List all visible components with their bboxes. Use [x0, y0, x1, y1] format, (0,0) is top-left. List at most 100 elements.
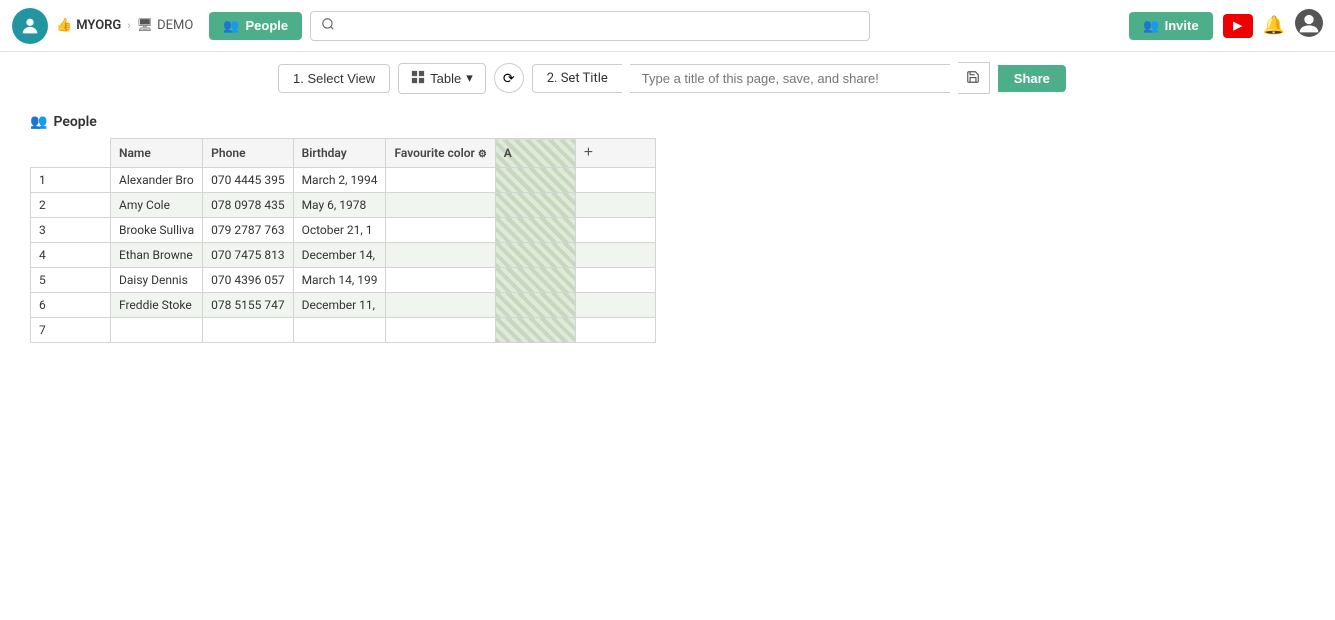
- cell-name[interactable]: Alexander Bro: [111, 168, 203, 193]
- youtube-icon: ▶: [1233, 19, 1241, 32]
- org-name: MYORG: [76, 18, 121, 33]
- set-title-label: 2. Set Title: [532, 64, 622, 93]
- cell-phone[interactable]: 070 4396 057: [203, 268, 293, 293]
- row-number: 5: [31, 268, 111, 293]
- cell-birthday[interactable]: May 6, 1978: [293, 193, 386, 218]
- thumb-icon: 👍: [56, 18, 72, 33]
- cell-phone[interactable]: 078 5155 747: [203, 293, 293, 318]
- nav-right-actions: 👥 Invite ▶ 🔔: [1129, 9, 1323, 42]
- col-header-phone[interactable]: Phone: [203, 139, 293, 168]
- monitor-icon: 🖥: [137, 18, 154, 33]
- table-dropdown-chevron: ▾: [466, 70, 473, 86]
- people-button[interactable]: 👥 People: [209, 12, 302, 40]
- cell-fav-color[interactable]: [386, 218, 495, 243]
- cell-birthday[interactable]: October 21, 1: [293, 218, 386, 243]
- col-header-fav-color[interactable]: Favourite color ⚙: [386, 139, 495, 168]
- share-label: Share: [1014, 71, 1050, 86]
- avatar[interactable]: [12, 8, 48, 44]
- cell-plus: [575, 293, 655, 318]
- table-header-row: Name Phone Birthday Favourite color ⚙ A …: [31, 139, 656, 168]
- cell-a[interactable]: [495, 218, 575, 243]
- cell-fav-color[interactable]: [386, 318, 495, 343]
- search-icon: [321, 17, 335, 35]
- add-column-button[interactable]: +: [575, 139, 655, 168]
- cell-phone[interactable]: 070 7475 813: [203, 243, 293, 268]
- cell-name[interactable]: Amy Cole: [111, 193, 203, 218]
- col-header-a[interactable]: A: [495, 139, 575, 168]
- row-number: 3: [31, 218, 111, 243]
- table-row: 6Freddie Stoke078 5155 747December 11,: [31, 293, 656, 318]
- user-account-icon[interactable]: [1295, 9, 1323, 42]
- cell-fav-color[interactable]: [386, 293, 495, 318]
- table-dropdown-button[interactable]: Table ▾: [398, 63, 486, 94]
- table-grid-icon: [411, 70, 425, 87]
- cell-phone[interactable]: 070 4445 395: [203, 168, 293, 193]
- table-row: 3Brooke Sulliva079 2787 763October 21, 1: [31, 218, 656, 243]
- invite-icon: 👥: [1143, 18, 1159, 34]
- cell-plus: [575, 168, 655, 193]
- cell-plus: [575, 243, 655, 268]
- cell-name[interactable]: [111, 318, 203, 343]
- cell-birthday[interactable]: March 2, 1994: [293, 168, 386, 193]
- cell-birthday[interactable]: December 11,: [293, 293, 386, 318]
- data-table: Name Phone Birthday Favourite color ⚙ A …: [30, 138, 656, 343]
- cell-a[interactable]: [495, 168, 575, 193]
- cell-fav-color[interactable]: [386, 193, 495, 218]
- invite-label: Invite: [1165, 18, 1199, 33]
- cell-phone[interactable]: 078 0978 435: [203, 193, 293, 218]
- cell-fav-color[interactable]: [386, 243, 495, 268]
- cell-birthday[interactable]: March 14, 199: [293, 268, 386, 293]
- youtube-button[interactable]: ▶: [1223, 14, 1253, 38]
- share-button[interactable]: Share: [998, 65, 1066, 92]
- cell-a[interactable]: [495, 193, 575, 218]
- cell-fav-color[interactable]: [386, 268, 495, 293]
- demo-link[interactable]: 🖥 DEMO: [137, 18, 194, 33]
- cell-plus: [575, 193, 655, 218]
- breadcrumb-chevron: ›: [127, 19, 130, 32]
- cell-name[interactable]: Ethan Browne: [111, 243, 203, 268]
- save-icon: [966, 70, 980, 87]
- cell-a[interactable]: [495, 318, 575, 343]
- cell-a[interactable]: [495, 293, 575, 318]
- table-title-label: People: [53, 114, 96, 130]
- cell-a[interactable]: [495, 243, 575, 268]
- cell-birthday[interactable]: [293, 318, 386, 343]
- search-input[interactable]: [341, 18, 859, 33]
- invite-button[interactable]: 👥 Invite: [1129, 12, 1212, 40]
- plus-icon[interactable]: +: [584, 144, 593, 162]
- save-icon-button[interactable]: [958, 62, 990, 94]
- fav-color-settings-icon: ⚙: [478, 149, 487, 160]
- table-row: 7: [31, 318, 656, 343]
- row-number: 2: [31, 193, 111, 218]
- cell-name[interactable]: Freddie Stoke: [111, 293, 203, 318]
- cell-a[interactable]: [495, 268, 575, 293]
- cell-plus: [575, 318, 655, 343]
- refresh-button[interactable]: ⟳: [494, 63, 524, 93]
- people-icon: 👥: [223, 18, 239, 34]
- select-view-label: 1. Select View: [293, 71, 375, 86]
- cell-birthday[interactable]: December 14,: [293, 243, 386, 268]
- row-number: 7: [31, 318, 111, 343]
- cell-plus: [575, 268, 655, 293]
- col-header-birthday[interactable]: Birthday: [293, 139, 386, 168]
- cell-name[interactable]: Daisy Dennis: [111, 268, 203, 293]
- demo-label: DEMO: [157, 18, 193, 33]
- table-row: 1Alexander Bro070 4445 395March 2, 1994: [31, 168, 656, 193]
- set-title-text: 2. Set Title: [547, 71, 608, 86]
- refresh-icon: ⟳: [503, 70, 515, 87]
- col-header-name[interactable]: Name: [111, 139, 203, 168]
- bell-icon[interactable]: 🔔: [1263, 15, 1285, 36]
- row-number: 1: [31, 168, 111, 193]
- cell-fav-color[interactable]: [386, 168, 495, 193]
- title-input[interactable]: [630, 64, 950, 93]
- select-view-button[interactable]: 1. Select View: [278, 64, 390, 93]
- cell-phone[interactable]: [203, 318, 293, 343]
- search-bar: [310, 11, 870, 41]
- content-area: 👥 People Name Phone Birthday Favourite c…: [0, 104, 1335, 353]
- cell-phone[interactable]: 079 2787 763: [203, 218, 293, 243]
- cell-plus: [575, 218, 655, 243]
- people-table-icon: 👥: [30, 114, 47, 130]
- org-link[interactable]: 👍 MYORG: [56, 18, 121, 33]
- row-number: 6: [31, 293, 111, 318]
- cell-name[interactable]: Brooke Sulliva: [111, 218, 203, 243]
